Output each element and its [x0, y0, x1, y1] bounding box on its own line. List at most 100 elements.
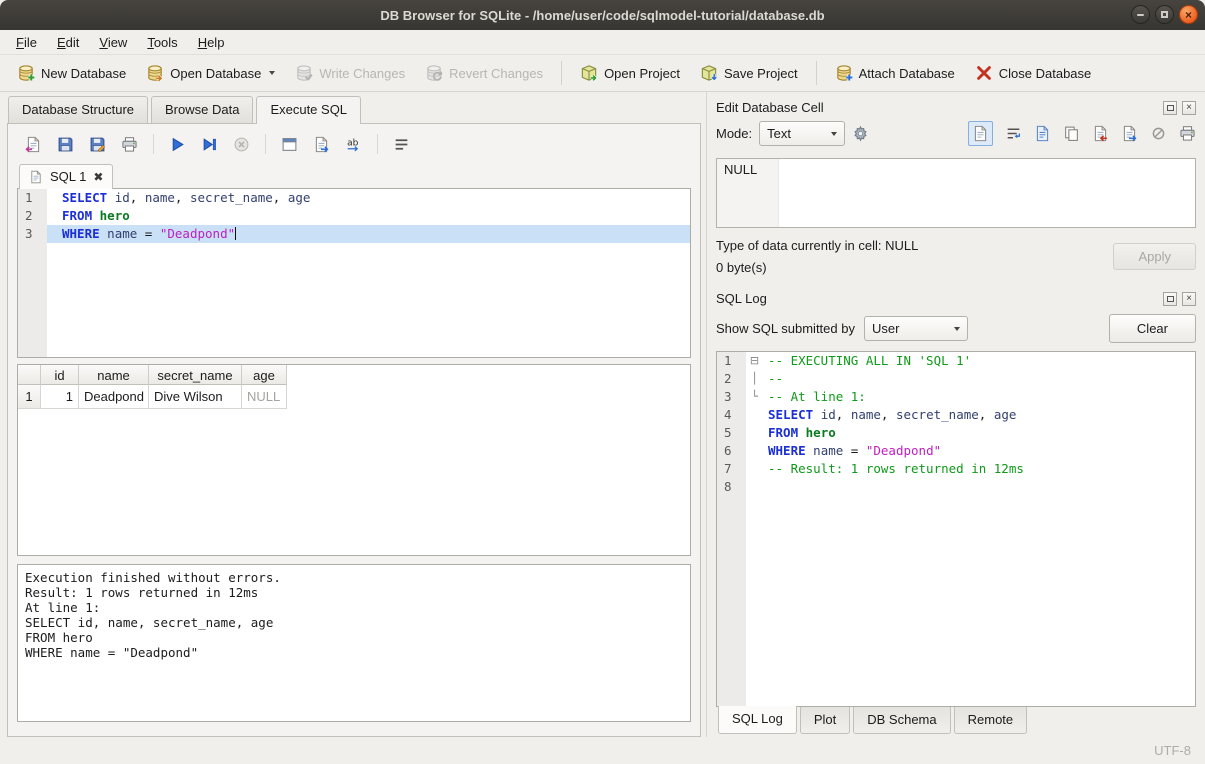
toolbar-separator [153, 134, 154, 154]
sql-tab[interactable]: SQL 1 ✖ [19, 164, 113, 189]
toolbar-separator [561, 61, 562, 85]
results-header-name[interactable]: name [79, 365, 149, 385]
dock-tab-sql-log[interactable]: SQL Log [718, 706, 797, 734]
line-number: 1 [717, 352, 746, 370]
open-sql-file-button[interactable] [25, 136, 42, 153]
cell-editor[interactable]: NULL [716, 158, 1196, 228]
cell-type-info: Type of data currently in cell: NULL [716, 238, 1113, 253]
sql-editor-toolbar: ab [17, 128, 691, 162]
import-data-button[interactable] [1092, 125, 1109, 142]
save-sql-file-button[interactable] [57, 136, 74, 153]
execute-current-line-button[interactable] [201, 136, 218, 153]
encoding-indicator[interactable]: UTF-8 [1154, 743, 1191, 758]
sql-editor[interactable]: 1SELECT id, name, secret_name, age2FROM … [17, 188, 691, 358]
save-project-button[interactable]: Save Project [691, 59, 807, 87]
execute-all-button[interactable] [169, 136, 186, 153]
revert-changes-icon [425, 64, 443, 82]
edit-cell-toolbar: Mode: Text [716, 119, 1196, 148]
fold-marker-icon[interactable]: │ [746, 370, 763, 388]
maximize-button[interactable] [1155, 5, 1174, 24]
cell-age[interactable]: NULL [242, 385, 287, 409]
write-changes-button[interactable]: Write Changes [286, 59, 414, 87]
open-project-button[interactable]: Open Project [571, 59, 689, 87]
menu-tools[interactable]: Tools [137, 32, 187, 53]
attach-database-button[interactable]: Attach Database [826, 59, 964, 87]
tab-browse-data[interactable]: Browse Data [151, 96, 253, 123]
apply-button[interactable]: Apply [1113, 243, 1196, 270]
statusbar: UTF-8 [0, 737, 1205, 764]
results-header-secret-name[interactable]: secret_name [149, 365, 242, 385]
row-number-cell[interactable]: 1 [18, 385, 41, 409]
save-sql-file-as-button[interactable] [89, 136, 106, 153]
dock-tab-plot[interactable]: Plot [800, 707, 850, 734]
line-number: 4 [717, 406, 746, 424]
tab-execute-sql[interactable]: Execute SQL [256, 96, 361, 124]
sql-log-title: SQL Log [716, 291, 1158, 306]
dock-tab-remote[interactable]: Remote [954, 707, 1028, 734]
fold-marker-icon[interactable]: ⊟ [746, 352, 763, 370]
tab-database-structure[interactable]: Database Structure [8, 96, 148, 123]
cell-name[interactable]: Deadpond [79, 385, 149, 409]
word-wrap-toggle[interactable] [393, 136, 410, 153]
menu-file[interactable]: File [6, 32, 47, 53]
message-line: SELECT id, name, secret_name, age [25, 615, 683, 630]
close-dock-button[interactable]: × [1182, 292, 1196, 306]
menu-edit[interactable]: Edit [47, 32, 89, 53]
code-line: 7-- Result: 1 rows returned in 12ms [717, 460, 1195, 478]
line-number: 5 [717, 424, 746, 442]
dock-tab-db-schema[interactable]: DB Schema [853, 707, 950, 734]
fold-marker-icon[interactable]: └ [746, 388, 763, 406]
open-new-tab-button[interactable] [281, 136, 298, 153]
close-icon: × [1186, 103, 1192, 113]
toolbar-separator [377, 134, 378, 154]
revert-changes-button[interactable]: Revert Changes [416, 59, 552, 87]
set-null-button[interactable] [1150, 125, 1167, 142]
clear-log-button[interactable]: Clear [1109, 314, 1196, 343]
close-tab-icon[interactable]: ✖ [93, 171, 103, 183]
word-wrap-toggle[interactable] [1005, 125, 1022, 142]
minimize-button[interactable] [1131, 5, 1150, 24]
results-header-row: id name secret_name age [18, 365, 690, 385]
json-mode-button[interactable] [1034, 125, 1051, 142]
line-number: 6 [717, 442, 746, 460]
revert-changes-label: Revert Changes [449, 66, 543, 81]
results-header-age[interactable]: age [242, 365, 287, 385]
sql-log-viewer[interactable]: 1⊟-- EXECUTING ALL IN 'SQL 1'2│--3└-- At… [716, 351, 1196, 707]
window-title: DB Browser for SQLite - /home/user/code/… [380, 8, 824, 23]
export-results-button[interactable] [313, 136, 330, 153]
auto-switch-mode-button[interactable] [852, 125, 869, 142]
float-dock-button[interactable] [1163, 292, 1177, 306]
code-text [763, 478, 1195, 496]
cell-id[interactable]: 1 [41, 385, 79, 409]
execute-sql-page: ab SQL 1 ✖ 1SELECT id, name, secret_name… [7, 123, 701, 737]
menu-help[interactable]: Help [188, 32, 235, 53]
edit-cell-title: Edit Database Cell [716, 100, 1158, 115]
mode-select[interactable]: Text [759, 121, 845, 146]
log-filter-label: Show SQL submitted by [716, 321, 855, 336]
new-database-button[interactable]: New Database [8, 59, 135, 87]
find-replace-button[interactable]: ab [345, 136, 362, 153]
results-header-id[interactable]: id [41, 365, 79, 385]
cell-secret-name[interactable]: Dive Wilson [149, 385, 242, 409]
chevron-down-icon[interactable] [269, 71, 275, 75]
open-project-label: Open Project [604, 66, 680, 81]
line-number: 2 [18, 207, 47, 225]
open-database-button[interactable]: Open Database [137, 59, 284, 87]
float-dock-button[interactable] [1163, 101, 1177, 115]
stop-execution-button[interactable] [233, 136, 250, 153]
export-data-button[interactable] [1121, 125, 1138, 142]
copy-button[interactable] [1063, 125, 1080, 142]
close-dock-button[interactable]: × [1182, 101, 1196, 115]
close-database-button[interactable]: Close Database [966, 59, 1101, 87]
print-cell-button[interactable] [1179, 125, 1196, 142]
close-button[interactable]: × [1179, 5, 1198, 24]
cell-size-info: 0 byte(s) [716, 260, 1113, 275]
print-sql-button[interactable] [121, 136, 138, 153]
text-mode-toggle[interactable] [968, 121, 993, 146]
code-line: 3└-- At line 1: [717, 388, 1195, 406]
code-text: WHERE name = "Deadpond" [763, 442, 1195, 460]
code-text: FROM hero [763, 424, 1195, 442]
log-filter-select[interactable]: User [864, 316, 968, 341]
open-database-label: Open Database [170, 66, 261, 81]
menu-view[interactable]: View [89, 32, 137, 53]
